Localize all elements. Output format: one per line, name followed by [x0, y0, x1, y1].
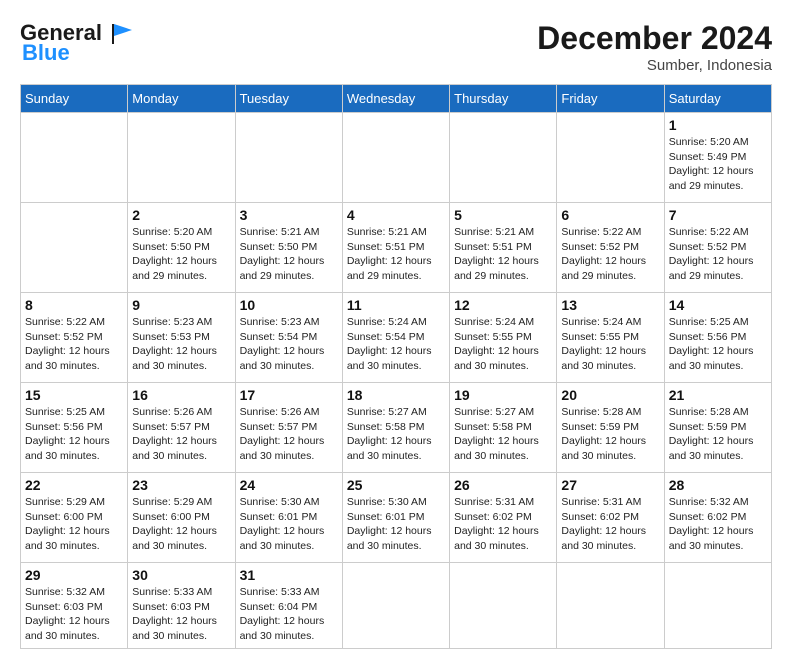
calendar-table: Sunday Monday Tuesday Wednesday Thursday…	[20, 84, 772, 649]
table-row	[128, 113, 235, 203]
table-row: 10 Sunrise: 5:23 AMSunset: 5:54 PMDaylig…	[235, 293, 342, 383]
table-row: 14 Sunrise: 5:25 AMSunset: 5:56 PMDaylig…	[664, 293, 771, 383]
logo: General Blue	[20, 20, 134, 66]
col-saturday: Saturday	[664, 85, 771, 113]
table-row	[664, 563, 771, 649]
table-row: 17 Sunrise: 5:26 AMSunset: 5:57 PMDaylig…	[235, 383, 342, 473]
table-row: 26 Sunrise: 5:31 AMSunset: 6:02 PMDaylig…	[450, 473, 557, 563]
table-row	[21, 113, 128, 203]
table-row: 11 Sunrise: 5:24 AMSunset: 5:54 PMDaylig…	[342, 293, 449, 383]
table-row: 2 Sunrise: 5:20 AMSunset: 5:50 PMDayligh…	[128, 203, 235, 293]
table-row: 28 Sunrise: 5:32 AMSunset: 6:02 PMDaylig…	[664, 473, 771, 563]
table-row: 30 Sunrise: 5:33 AMSunset: 6:03 PMDaylig…	[128, 563, 235, 649]
table-row	[342, 113, 449, 203]
table-row: 5 Sunrise: 5:21 AMSunset: 5:51 PMDayligh…	[450, 203, 557, 293]
logo-blue: Blue	[22, 40, 70, 66]
col-friday: Friday	[557, 85, 664, 113]
table-row: 20 Sunrise: 5:28 AMSunset: 5:59 PMDaylig…	[557, 383, 664, 473]
title-section: December 2024 Sumber, Indonesia	[537, 20, 772, 74]
table-row: 31 Sunrise: 5:33 AMSunset: 6:04 PMDaylig…	[235, 563, 342, 649]
logo-flag-icon	[104, 22, 134, 44]
table-row	[450, 113, 557, 203]
col-tuesday: Tuesday	[235, 85, 342, 113]
table-row	[557, 113, 664, 203]
table-row: 21 Sunrise: 5:28 AMSunset: 5:59 PMDaylig…	[664, 383, 771, 473]
table-row	[450, 563, 557, 649]
col-wednesday: Wednesday	[342, 85, 449, 113]
location-subtitle: Sumber, Indonesia	[537, 57, 772, 74]
table-row	[342, 563, 449, 649]
table-row: 8 Sunrise: 5:22 AMSunset: 5:52 PMDayligh…	[21, 293, 128, 383]
table-row: 27 Sunrise: 5:31 AMSunset: 6:02 PMDaylig…	[557, 473, 664, 563]
table-row: 16 Sunrise: 5:26 AMSunset: 5:57 PMDaylig…	[128, 383, 235, 473]
table-row: 18 Sunrise: 5:27 AMSunset: 5:58 PMDaylig…	[342, 383, 449, 473]
table-row: 23 Sunrise: 5:29 AMSunset: 6:00 PMDaylig…	[128, 473, 235, 563]
table-row: 15 Sunrise: 5:25 AMSunset: 5:56 PMDaylig…	[21, 383, 128, 473]
table-row: 7 Sunrise: 5:22 AMSunset: 5:52 PMDayligh…	[664, 203, 771, 293]
table-row	[557, 563, 664, 649]
page-header: General Blue December 2024 Sumber, Indon…	[20, 20, 772, 74]
table-row: 25 Sunrise: 5:30 AMSunset: 6:01 PMDaylig…	[342, 473, 449, 563]
table-row: 19 Sunrise: 5:27 AMSunset: 5:58 PMDaylig…	[450, 383, 557, 473]
col-thursday: Thursday	[450, 85, 557, 113]
table-row	[21, 203, 128, 293]
month-year-title: December 2024	[537, 20, 772, 57]
table-row: 9 Sunrise: 5:23 AMSunset: 5:53 PMDayligh…	[128, 293, 235, 383]
calendar-header-row: Sunday Monday Tuesday Wednesday Thursday…	[21, 85, 772, 113]
table-row: 13 Sunrise: 5:24 AMSunset: 5:55 PMDaylig…	[557, 293, 664, 383]
table-row: 24 Sunrise: 5:30 AMSunset: 6:01 PMDaylig…	[235, 473, 342, 563]
table-row	[235, 113, 342, 203]
table-row: 12 Sunrise: 5:24 AMSunset: 5:55 PMDaylig…	[450, 293, 557, 383]
table-row: 1 Sunrise: 5:20 AMSunset: 5:49 PMDayligh…	[664, 113, 771, 203]
table-row: 3 Sunrise: 5:21 AMSunset: 5:50 PMDayligh…	[235, 203, 342, 293]
col-monday: Monday	[128, 85, 235, 113]
col-sunday: Sunday	[21, 85, 128, 113]
table-row: 4 Sunrise: 5:21 AMSunset: 5:51 PMDayligh…	[342, 203, 449, 293]
table-row: 29 Sunrise: 5:32 AMSunset: 6:03 PMDaylig…	[21, 563, 128, 649]
table-row: 22 Sunrise: 5:29 AMSunset: 6:00 PMDaylig…	[21, 473, 128, 563]
table-row: 6 Sunrise: 5:22 AMSunset: 5:52 PMDayligh…	[557, 203, 664, 293]
